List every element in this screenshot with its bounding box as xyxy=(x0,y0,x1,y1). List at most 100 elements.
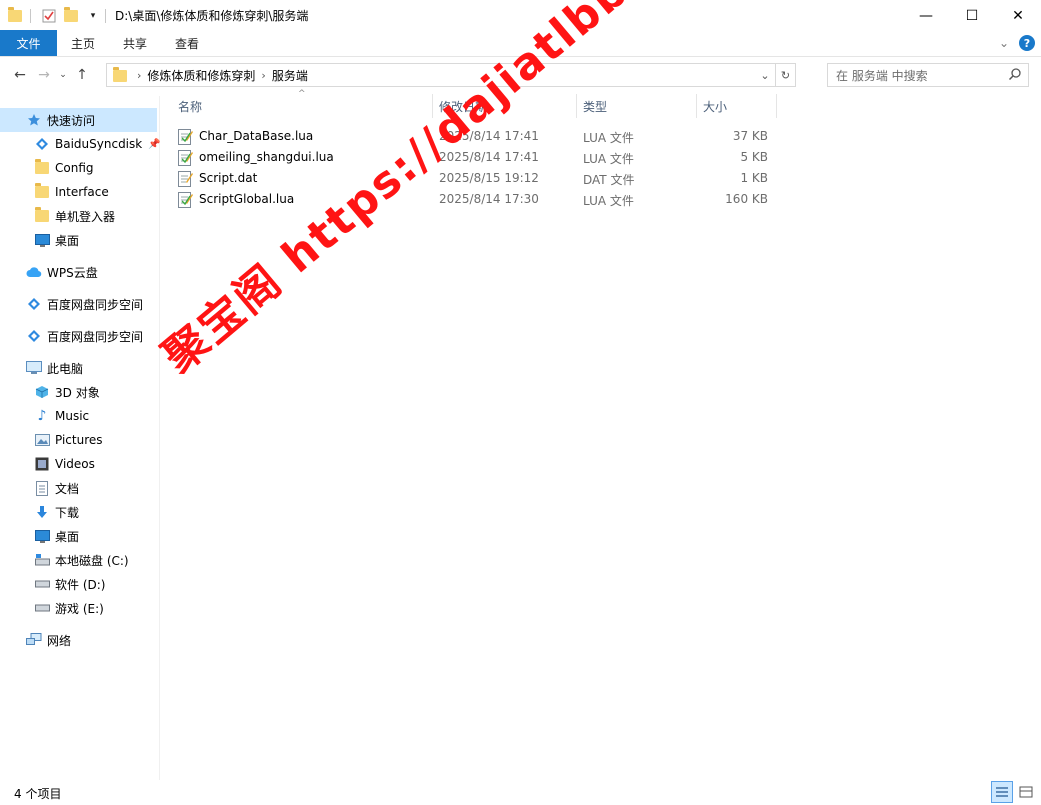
large-icons-view-button[interactable] xyxy=(1015,781,1037,803)
sidebar-item-label: 下载 xyxy=(55,505,80,520)
column-header-date[interactable]: 修改日期 xyxy=(439,94,575,118)
column-divider[interactable] xyxy=(432,94,433,118)
sidebar-item-quick-access[interactable]: 快速访问 xyxy=(0,108,157,132)
address-bar[interactable]: › 修炼体质和修炼穿刺 › 服务端 ⌄ ↻ xyxy=(106,63,796,87)
refresh-icon: ↻ xyxy=(780,68,791,82)
column-divider[interactable] xyxy=(696,94,697,118)
toolbar-separator xyxy=(30,8,31,23)
sidebar-item-videos[interactable]: Videos xyxy=(0,452,157,476)
network-icon xyxy=(26,632,42,648)
sidebar-item-label: 快速访问 xyxy=(47,113,96,128)
file-row[interactable]: omeiling_shangdui.lua 2025/8/14 17:41 LU… xyxy=(174,147,776,168)
folder-icon xyxy=(34,183,50,200)
sidebar-item-label: 桌面 xyxy=(55,529,80,544)
sidebar-item-pictures[interactable]: Pictures xyxy=(0,428,157,452)
file-name: Char_DataBase.lua xyxy=(199,129,314,143)
column-divider[interactable] xyxy=(576,94,577,118)
search-input[interactable]: 在 服务端 中搜索 xyxy=(827,63,1029,87)
sidebar-item-network[interactable]: 网络 xyxy=(0,628,157,652)
sidebar-item-baidu-sync-space[interactable]: 百度网盘同步空间 xyxy=(0,292,157,316)
properties-button[interactable] xyxy=(39,6,59,26)
sidebar-item-downloads[interactable]: 下载 xyxy=(0,500,157,524)
tab-share[interactable]: 共享 xyxy=(109,30,161,56)
column-header-type[interactable]: 类型 xyxy=(583,94,695,118)
file-row[interactable]: Script.dat 2025/8/15 19:12 DAT 文件 1 KB xyxy=(174,168,776,189)
search-placeholder: 在 服务端 中搜索 xyxy=(836,68,928,83)
sidebar-item-desktop-2[interactable]: 桌面 xyxy=(0,524,157,548)
file-row[interactable]: Char_DataBase.lua 2025/8/14 17:41 LUA 文件… xyxy=(174,126,776,147)
arrow-left-icon: ← xyxy=(14,67,26,83)
baidu-sync-icon xyxy=(34,136,50,152)
drive-icon xyxy=(34,552,50,568)
sidebar-item-interface[interactable]: Interface xyxy=(0,180,157,204)
cloud-icon xyxy=(26,264,42,280)
sidebar-item-drive-e[interactable]: 游戏 (E:) xyxy=(0,596,157,620)
sidebar-item-label: 软件 (D:) xyxy=(55,577,106,592)
folder-icon xyxy=(34,207,50,224)
ribbon: 文件 主页 共享 查看 ⌄ ? xyxy=(0,30,1041,57)
sidebar-item-launcher[interactable]: 单机登入器 xyxy=(0,204,157,228)
desktop-icon xyxy=(34,232,50,248)
tab-file[interactable]: 文件 xyxy=(0,30,57,56)
chevron-right-icon: › xyxy=(137,68,142,82)
refresh-button[interactable]: ↻ xyxy=(775,64,795,86)
recent-locations-button[interactable]: ⌄ xyxy=(56,63,70,87)
breadcrumb-item[interactable]: 修炼体质和修炼穿刺 xyxy=(147,67,255,84)
tab-view[interactable]: 查看 xyxy=(161,30,213,56)
sidebar-item-config[interactable]: Config xyxy=(0,156,157,180)
back-button[interactable]: ← xyxy=(8,63,32,87)
file-type: DAT 文件 xyxy=(583,173,635,187)
sidebar-item-label: WPS云盘 xyxy=(47,265,98,280)
maximize-button[interactable]: ☐ xyxy=(949,0,995,31)
file-size: 1 KB xyxy=(740,171,768,185)
sidebar-item-label: 游戏 (E:) xyxy=(55,601,104,616)
details-view-button[interactable] xyxy=(991,781,1013,803)
toolbar-separator xyxy=(105,8,106,23)
sidebar-item-drive-d[interactable]: 软件 (D:) xyxy=(0,572,157,596)
expand-ribbon-button[interactable]: ⌄ xyxy=(999,36,1009,50)
folder-icon xyxy=(8,6,22,22)
sidebar-item-this-pc[interactable]: 此电脑 xyxy=(0,356,157,380)
search-icon xyxy=(1008,68,1021,81)
up-button[interactable]: ↑ xyxy=(70,63,94,87)
sidebar-item-label: 百度网盘同步空间 xyxy=(47,297,144,312)
dat-file-icon xyxy=(178,171,193,187)
column-divider[interactable] xyxy=(776,94,777,118)
file-row[interactable]: ScriptGlobal.lua 2025/8/14 17:30 LUA 文件 … xyxy=(174,189,776,210)
address-history-button[interactable]: ⌄ xyxy=(755,69,775,82)
file-size: 160 KB xyxy=(725,192,768,206)
sidebar-item-label: Config xyxy=(55,161,94,175)
sidebar-item-drive-c[interactable]: 本地磁盘 (C:) xyxy=(0,548,157,572)
arrow-right-icon: → xyxy=(38,67,50,83)
sidebar-item-label: 网络 xyxy=(47,633,72,648)
file-name: Script.dat xyxy=(199,171,258,185)
sidebar-item-3d-objects[interactable]: 3D 对象 xyxy=(0,380,157,404)
file-type: LUA 文件 xyxy=(583,131,634,145)
sidebar-item-label: 桌面 xyxy=(55,233,80,248)
sidebar-item-label: 单机登入器 xyxy=(55,209,116,224)
sidebar-item-documents[interactable]: 文档 xyxy=(0,476,157,500)
new-folder-button[interactable] xyxy=(61,6,81,26)
breadcrumb-item[interactable]: 服务端 xyxy=(272,67,308,84)
tab-home[interactable]: 主页 xyxy=(57,30,109,56)
column-header-size[interactable]: 大小 xyxy=(703,94,775,118)
drive-icon xyxy=(34,600,50,616)
minimize-button[interactable]: — xyxy=(903,0,949,31)
column-header-name[interactable]: 名称 xyxy=(178,94,432,118)
help-button[interactable]: ? xyxy=(1019,35,1035,51)
sidebar-item-baidusyncdisk[interactable]: BaiduSyncdisk 📌 xyxy=(0,132,161,156)
computer-icon xyxy=(26,360,42,376)
sidebar-item-wps-cloud[interactable]: WPS云盘 xyxy=(0,260,157,284)
large-icons-view-icon xyxy=(1019,786,1033,798)
customize-toolbar-button[interactable]: ▾ xyxy=(83,6,103,26)
folder-icon xyxy=(34,159,50,176)
sidebar-item-label: 本地磁盘 (C:) xyxy=(55,553,129,568)
forward-button[interactable]: → xyxy=(32,63,56,87)
arrow-up-icon: ↑ xyxy=(76,67,88,83)
sidebar-item-desktop[interactable]: 桌面 xyxy=(0,228,157,252)
close-button[interactable]: ✕ xyxy=(995,0,1041,31)
sidebar-item-baidu-sync-space-2[interactable]: 百度网盘同步空间 xyxy=(0,324,157,348)
videos-icon xyxy=(34,456,50,472)
sidebar-item-music[interactable]: ♪ Music xyxy=(0,404,157,428)
folder-icon xyxy=(113,67,127,82)
